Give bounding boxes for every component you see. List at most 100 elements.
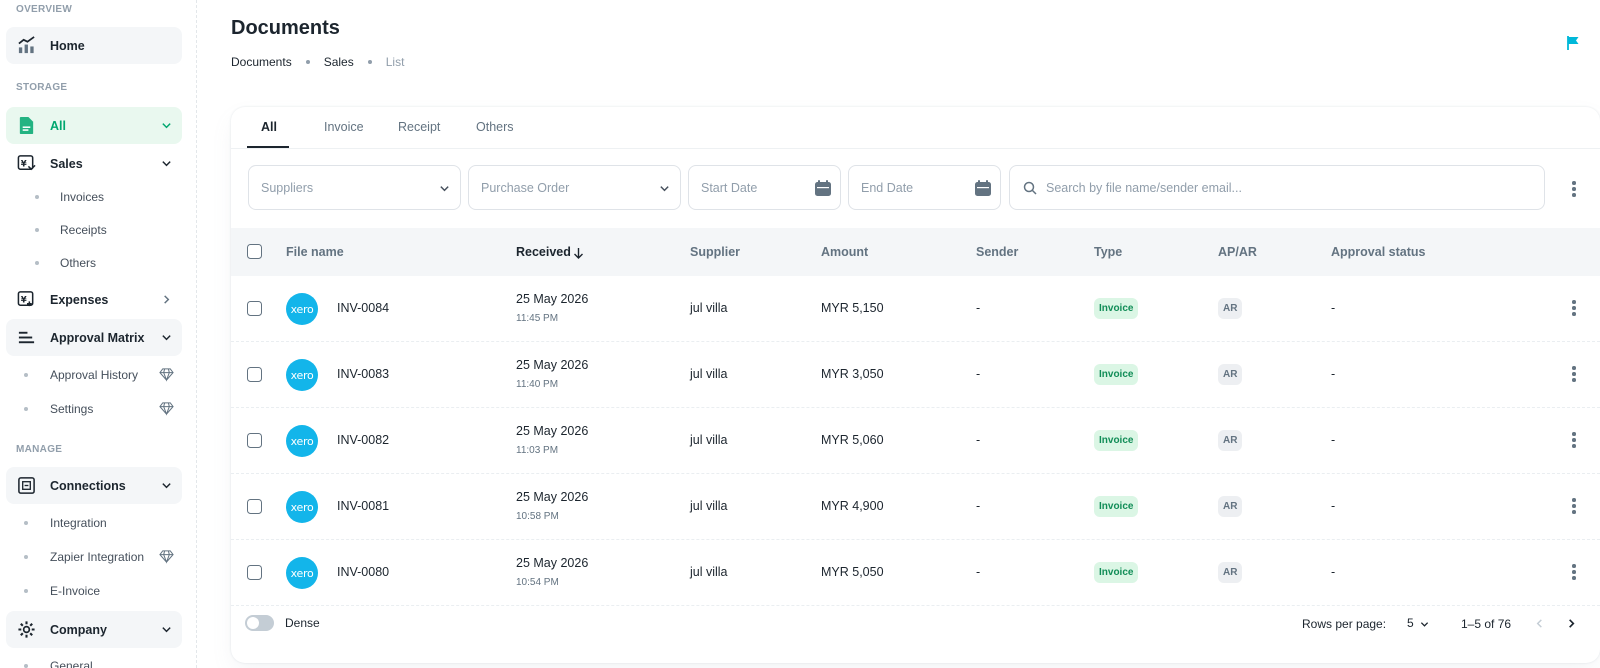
sidebar-subitem-others[interactable]: Others xyxy=(0,249,190,277)
received-date: 25 May 2026 xyxy=(516,292,589,306)
chevron-right-icon xyxy=(164,295,170,304)
suppliers-select[interactable]: Suppliers xyxy=(248,165,461,210)
more-options-icon[interactable] xyxy=(1572,181,1576,199)
table-row[interactable]: xero INV-0083 25 May 2026 11:40 PM jul v… xyxy=(231,342,1600,408)
rows-per-page-select[interactable]: 5 xyxy=(1407,616,1414,630)
flag-icon[interactable] xyxy=(1565,35,1581,51)
sidebar-subitem-integration[interactable]: Integration xyxy=(0,509,190,537)
tab-all[interactable]: All xyxy=(261,120,277,134)
sidebar-item-approval-matrix[interactable]: Approval Matrix xyxy=(6,319,182,356)
file-icon xyxy=(19,116,34,135)
sidebar-subitem-label: Zapier Integration xyxy=(50,550,145,564)
svg-text:¥: ¥ xyxy=(21,159,27,169)
sidebar-item-label: Expenses xyxy=(50,292,109,307)
table-row[interactable]: xero INV-0081 25 May 2026 10:58 PM jul v… xyxy=(231,474,1600,540)
received-date: 25 May 2026 xyxy=(516,358,589,372)
sidebar-item-company[interactable]: Company xyxy=(6,611,182,648)
sidebar-item-label: Home xyxy=(50,38,85,53)
row-checkbox[interactable] xyxy=(247,367,262,382)
chevron-down-icon[interactable] xyxy=(1420,620,1429,629)
column-header-ap-ar[interactable]: AP/AR xyxy=(1218,245,1257,259)
tab-others[interactable]: Others xyxy=(476,120,514,134)
sidebar-subitem-e-invoice[interactable]: E-Invoice xyxy=(0,577,190,605)
column-header-supplier[interactable]: Supplier xyxy=(690,245,740,259)
sender: - xyxy=(976,301,981,315)
amount: MYR 5,050 xyxy=(821,565,884,579)
row-more-icon[interactable] xyxy=(1572,564,1576,582)
app-root: OVERVIEW Home STORAGE All ¥ Sales Invoic… xyxy=(0,0,1600,668)
chevron-down-icon xyxy=(162,161,171,167)
file-name[interactable]: INV-0080 xyxy=(337,565,389,579)
column-header-approval-status[interactable]: Approval status xyxy=(1331,245,1425,259)
bullet-dot xyxy=(24,555,28,559)
received-time: 11:45 PM xyxy=(516,313,559,324)
start-date-input[interactable]: Start Date xyxy=(688,165,841,210)
sidebar-item-all[interactable]: All xyxy=(6,107,182,144)
purchase-order-select[interactable]: Purchase Order xyxy=(468,165,681,210)
documents-card: All Invoice Receipt Others Suppliers Pur… xyxy=(231,107,1600,663)
bullet-dot xyxy=(35,228,39,232)
sidebar-item-home[interactable]: Home xyxy=(6,27,182,64)
xero-logo-icon: xero xyxy=(286,425,318,457)
row-checkbox[interactable] xyxy=(247,565,262,580)
chevron-down-icon xyxy=(440,186,449,192)
purchase-order-placeholder: Purchase Order xyxy=(481,180,570,195)
select-all-checkbox[interactable] xyxy=(247,244,262,259)
sidebar-item-label: Connections xyxy=(50,478,126,493)
received-time: 10:54 PM xyxy=(516,577,559,588)
column-header-type[interactable]: Type xyxy=(1094,245,1122,259)
sidebar-item-label: Sales xyxy=(50,156,83,171)
tab-invoice[interactable]: Invoice xyxy=(324,120,364,134)
xero-logo-icon: xero xyxy=(286,293,318,325)
column-header-sender[interactable]: Sender xyxy=(976,245,1018,259)
file-name[interactable]: INV-0082 xyxy=(337,433,389,447)
search-input[interactable]: Search by file name/sender email... xyxy=(1009,165,1545,210)
sidebar-subitem-approval-history[interactable]: Approval History xyxy=(0,361,190,389)
row-more-icon[interactable] xyxy=(1572,432,1576,450)
breadcrumb-documents[interactable]: Documents xyxy=(231,55,292,69)
arrow-down-icon[interactable] xyxy=(573,247,584,259)
row-more-icon[interactable] xyxy=(1572,300,1576,318)
sidebar-item-connections[interactable]: Connections xyxy=(6,467,182,504)
sidebar-subitem-receipts[interactable]: Receipts xyxy=(0,216,190,244)
column-header-received[interactable]: Received xyxy=(516,245,571,259)
sender: - xyxy=(976,499,981,513)
row-checkbox[interactable] xyxy=(247,499,262,514)
dense-toggle[interactable] xyxy=(245,615,274,631)
row-more-icon[interactable] xyxy=(1572,498,1576,516)
row-checkbox[interactable] xyxy=(247,301,262,316)
row-checkbox[interactable] xyxy=(247,433,262,448)
sidebar-subitem-zapier-integration[interactable]: Zapier Integration xyxy=(0,543,190,571)
sidebar-item-expenses[interactable]: ¥ Expenses xyxy=(6,281,182,318)
sidebar: OVERVIEW Home STORAGE All ¥ Sales Invoic… xyxy=(0,0,197,668)
end-date-input[interactable]: End Date xyxy=(848,165,1001,210)
chevron-left-icon[interactable] xyxy=(1534,618,1545,629)
diamond-icon xyxy=(159,402,174,416)
section-title-storage: STORAGE xyxy=(16,82,68,93)
row-more-icon[interactable] xyxy=(1572,366,1576,384)
sidebar-subitem-settings[interactable]: Settings xyxy=(0,395,190,423)
tab-receipt[interactable]: Receipt xyxy=(398,120,440,134)
breadcrumb-sales[interactable]: Sales xyxy=(324,55,354,69)
column-header-file-name[interactable]: File name xyxy=(286,245,344,259)
diamond-icon xyxy=(159,550,174,564)
bullet-dot xyxy=(24,407,28,411)
dense-label: Dense xyxy=(285,616,320,630)
breadcrumb-list: List xyxy=(385,55,405,69)
file-name[interactable]: INV-0084 xyxy=(337,301,389,315)
column-header-amount[interactable]: Amount xyxy=(821,245,868,259)
xero-logo-icon: xero xyxy=(286,557,318,589)
table-row[interactable]: xero INV-0084 25 May 2026 11:45 PM jul v… xyxy=(231,276,1600,342)
table-row[interactable]: xero INV-0082 25 May 2026 11:03 PM jul v… xyxy=(231,408,1600,474)
sidebar-item-sales[interactable]: ¥ Sales xyxy=(6,145,182,182)
file-name[interactable]: INV-0083 xyxy=(337,367,389,381)
sidebar-subitem-invoices[interactable]: Invoices xyxy=(0,183,190,211)
section-title-overview: OVERVIEW xyxy=(16,4,73,15)
calendar-icon[interactable] xyxy=(814,179,832,197)
table-row[interactable]: xero INV-0080 25 May 2026 10:54 PM jul v… xyxy=(231,540,1600,606)
calendar-icon[interactable] xyxy=(974,179,992,197)
chevron-right-icon[interactable] xyxy=(1566,618,1577,629)
sidebar-item-label: All xyxy=(50,118,66,133)
file-name[interactable]: INV-0081 xyxy=(337,499,389,513)
sidebar-subitem-general[interactable]: General xyxy=(0,652,190,668)
